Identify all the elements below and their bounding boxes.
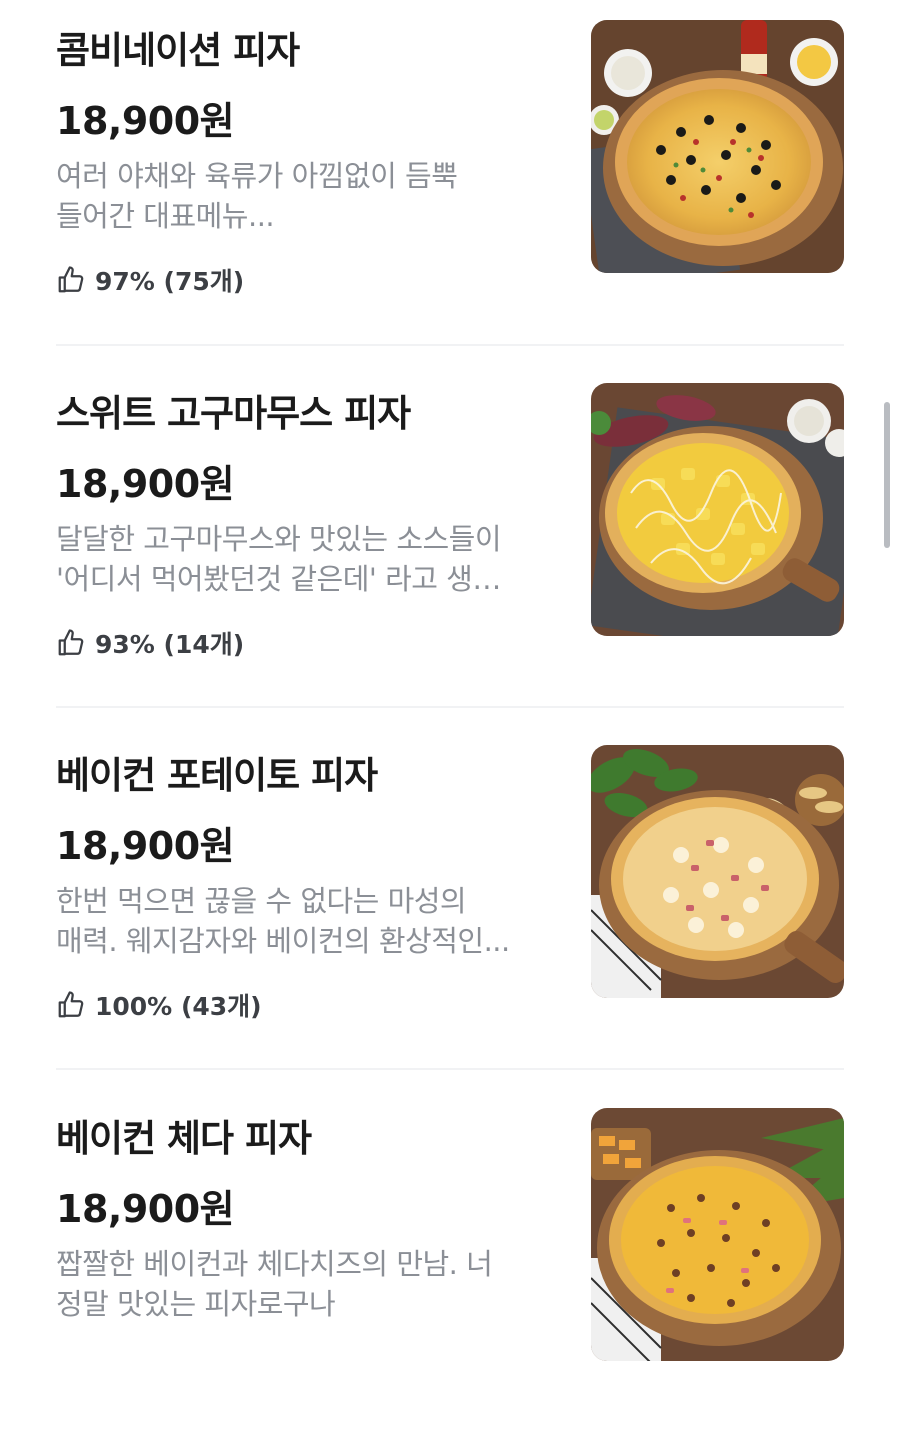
item-description-line: 매력. 웨지감자와 베이컨의 환상적인... <box>56 924 510 958</box>
rating-value: 97% (75개) <box>95 267 245 296</box>
item-description-line: 들어간 대표메뉴... <box>56 199 275 233</box>
item-price: 18,900원 <box>56 1187 235 1231</box>
item-price: 18,900원 <box>56 824 235 868</box>
item-price: 18,900원 <box>56 462 235 506</box>
menu-item-combination-pizza[interactable]: 콤비네이션 피자 18,900원 여러 야채와 육류가 아낌없이 듬뿍 들어간 … <box>0 0 900 362</box>
thumbs-up-icon <box>58 266 84 293</box>
item-rating: 97% (75개) <box>56 262 244 298</box>
combination-pizza-photo[interactable] <box>591 20 844 273</box>
item-rating: 100% (43개) <box>56 987 262 1023</box>
item-price: 18,900원 <box>56 99 235 143</box>
item-name: 스위트 고구마무스 피자 <box>56 392 411 435</box>
item-description-line: 짭짤한 베이컨과 체다치즈의 만남. 너 <box>56 1247 493 1281</box>
item-description-line: 달달한 고구마무스와 맛있는 소스들이 <box>56 522 502 556</box>
scrollbar[interactable] <box>884 402 890 548</box>
thumbs-up-icon <box>58 629 84 656</box>
rating-value: 93% (14개) <box>95 630 245 659</box>
rating-value: 100% (43개) <box>95 992 262 1021</box>
item-description-line: 한번 먹으면 끊을 수 없다는 마성의 <box>56 884 467 918</box>
divider <box>56 344 844 346</box>
item-description-line: '어디서 먹어봤던것 같은데' 라고 생… <box>56 562 501 596</box>
menu-item-bacon-cheddar-pizza[interactable]: 베이컨 체다 피자 18,900원 짭짤한 베이컨과 체다치즈의 만남. 너 정… <box>0 1088 900 1450</box>
item-description: 달달한 고구마무스와 맛있는 소스들이 '어디서 먹어봤던것 같은데' 라고 생… <box>56 519 546 599</box>
item-description: 짭짤한 베이컨과 체다치즈의 만남. 너 정말 맛있는 피자로구나 <box>56 1244 546 1324</box>
bacon-potato-pizza-photo[interactable] <box>591 745 844 998</box>
item-description-line: 정말 맛있는 피자로구나 <box>56 1287 336 1321</box>
sweet-potato-mousse-pizza-photo[interactable] <box>591 383 844 636</box>
item-description: 여러 야채와 육류가 아낌없이 듬뿍 들어간 대표메뉴... <box>56 156 546 236</box>
divider <box>56 1068 844 1070</box>
bacon-cheddar-pizza-photo[interactable] <box>591 1108 844 1361</box>
divider <box>56 706 844 708</box>
item-rating: 93% (14개) <box>56 625 244 661</box>
item-name: 콤비네이션 피자 <box>56 29 300 72</box>
item-name: 베이컨 포테이토 피자 <box>56 754 378 797</box>
item-description-line: 여러 야채와 육류가 아낌없이 듬뿍 <box>56 159 458 193</box>
item-name: 베이컨 체다 피자 <box>56 1117 312 1160</box>
menu-item-sweet-potato-mousse-pizza[interactable]: 스위트 고구마무스 피자 18,900원 달달한 고구마무스와 맛있는 소스들이… <box>0 363 900 725</box>
item-description: 한번 먹으면 끊을 수 없다는 마성의 매력. 웨지감자와 베이컨의 환상적인.… <box>56 881 546 961</box>
thumbs-up-icon <box>58 991 84 1018</box>
menu-item-bacon-potato-pizza[interactable]: 베이컨 포테이토 피자 18,900원 한번 먹으면 끊을 수 없다는 마성의 … <box>0 725 900 1087</box>
